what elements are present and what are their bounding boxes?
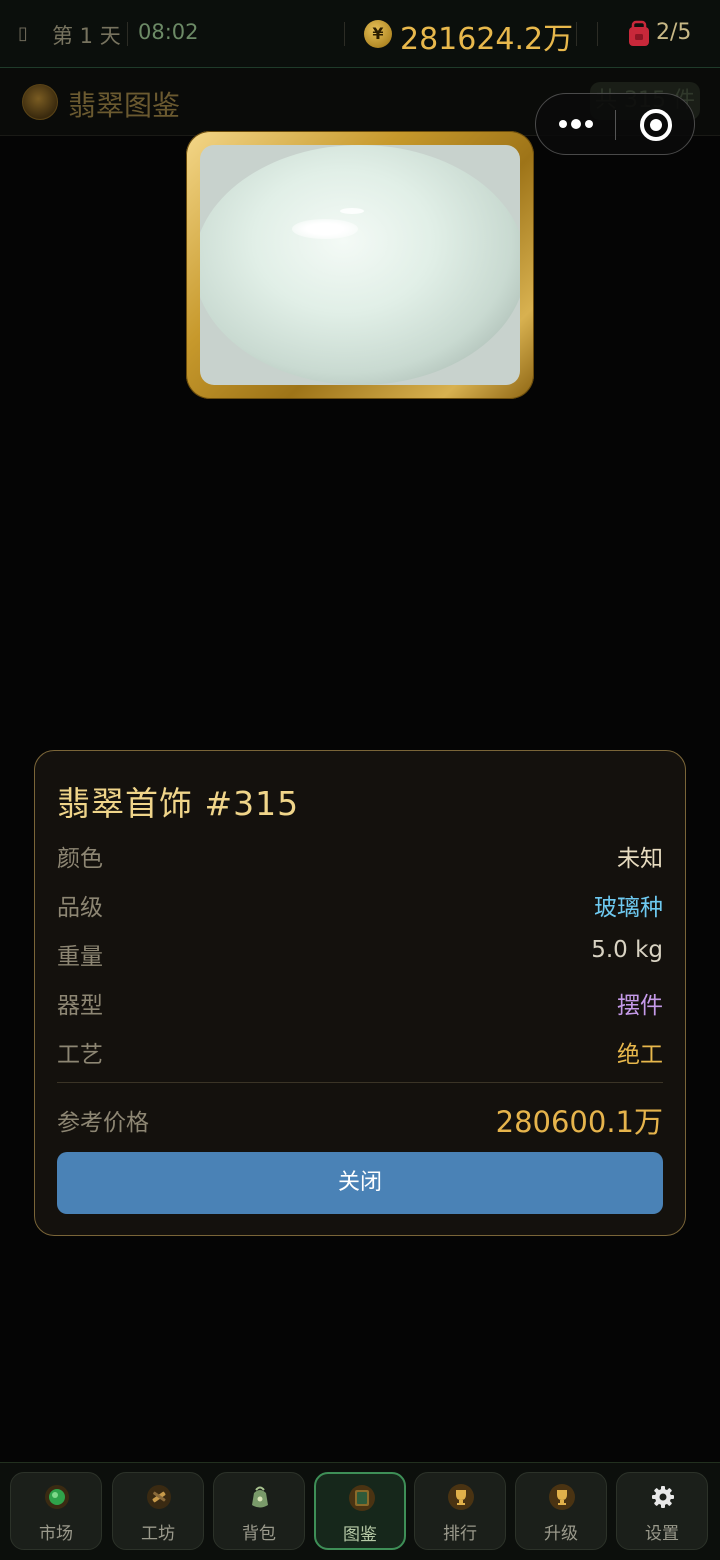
attr-row-craft: 工艺 绝工 — [57, 1035, 663, 1069]
item-title: 翡翠首饰 #315 — [57, 784, 300, 823]
backpack-icon[interactable] — [626, 20, 652, 48]
app-root: ▯ 第 1 天 08:02 ¥ 281624.2万 2/5 翡翠图鉴 共 315… — [0, 0, 720, 1560]
jade-stone — [200, 145, 520, 385]
attr-row-grade: 品级 玻璃种 — [57, 888, 663, 922]
bag-icon — [252, 1486, 268, 1508]
miniprogram-capsule — [535, 93, 695, 155]
bag-capacity: 2/5 — [656, 20, 692, 45]
gear-icon — [652, 1486, 674, 1508]
attr-label: 品级 — [57, 895, 103, 921]
coin-icon: ¥ — [364, 20, 392, 48]
tab-label: 升级 — [544, 1524, 578, 1544]
attr-row-color: 颜色 未知 — [57, 839, 663, 873]
tab-workshop[interactable]: 工坊 — [112, 1472, 204, 1550]
attr-label: 颜色 — [57, 846, 103, 872]
tab-label: 图鉴 — [343, 1525, 377, 1545]
close-target-icon[interactable] — [638, 107, 674, 143]
jade-highlight — [340, 208, 364, 214]
book-icon — [349, 1485, 375, 1511]
tab-label: 背包 — [242, 1524, 276, 1544]
globe-icon — [45, 1485, 69, 1509]
trophy-upgrade-icon — [549, 1484, 575, 1510]
attr-row-weight: 重量 5.0 kg — [57, 937, 663, 971]
tab-upgrade[interactable]: 升级 — [515, 1472, 607, 1550]
day-label: 第 1 天 — [52, 24, 121, 48]
attr-value: 未知 — [617, 846, 663, 872]
more-dots-icon[interactable] — [556, 108, 596, 140]
close-button[interactable]: 关闭 — [57, 1152, 663, 1214]
tab-label: 工坊 — [141, 1524, 175, 1544]
tab-label: 排行 — [443, 1524, 477, 1544]
jade-highlight — [292, 219, 358, 239]
attr-label: 重量 — [57, 944, 103, 970]
attr-value: 5.0 kg — [591, 937, 663, 963]
page-title: 翡翠图鉴 — [68, 89, 181, 122]
divider — [576, 22, 577, 46]
attr-value: 玻璃种 — [594, 895, 663, 921]
attr-label: 器型 — [57, 993, 103, 1019]
divider — [344, 22, 345, 46]
tools-icon — [147, 1485, 171, 1509]
jade-item-image — [186, 131, 534, 399]
attr-label: 工艺 — [57, 1042, 103, 1068]
tab-settings[interactable]: 设置 — [616, 1472, 708, 1550]
menu-glyph-icon[interactable]: ▯ — [18, 24, 28, 44]
attr-value: 绝工 — [617, 1042, 663, 1068]
tab-label: 市场 — [39, 1524, 73, 1544]
attr-row-shape: 器型 摆件 — [57, 986, 663, 1020]
divider — [615, 110, 616, 140]
tab-market[interactable]: 市场 — [10, 1472, 102, 1550]
item-detail-dialog: 翡翠首饰 #315 颜色 未知 品级 玻璃种 重量 5.0 kg 器型 摆件 工… — [34, 750, 686, 1236]
divider — [57, 1082, 663, 1083]
trophy-icon — [448, 1484, 474, 1510]
attr-value: 摆件 — [617, 993, 663, 1019]
jade-image-inner — [200, 145, 520, 385]
money-amount: 281624.2万 — [400, 22, 574, 57]
game-time: 08:02 — [138, 20, 199, 44]
tab-backpack[interactable]: 背包 — [213, 1472, 305, 1550]
catalog-book-icon — [22, 84, 58, 120]
price-label: 参考价格 — [57, 1110, 149, 1136]
price-row: 参考价格 280600.1万 — [57, 1101, 663, 1141]
tab-ranking[interactable]: 排行 — [414, 1472, 506, 1550]
tab-catalog[interactable]: 图鉴 — [314, 1472, 406, 1550]
divider — [127, 22, 128, 46]
tab-label: 设置 — [645, 1524, 679, 1544]
price-value: 280600.1万 — [495, 1105, 663, 1139]
divider — [597, 22, 598, 46]
